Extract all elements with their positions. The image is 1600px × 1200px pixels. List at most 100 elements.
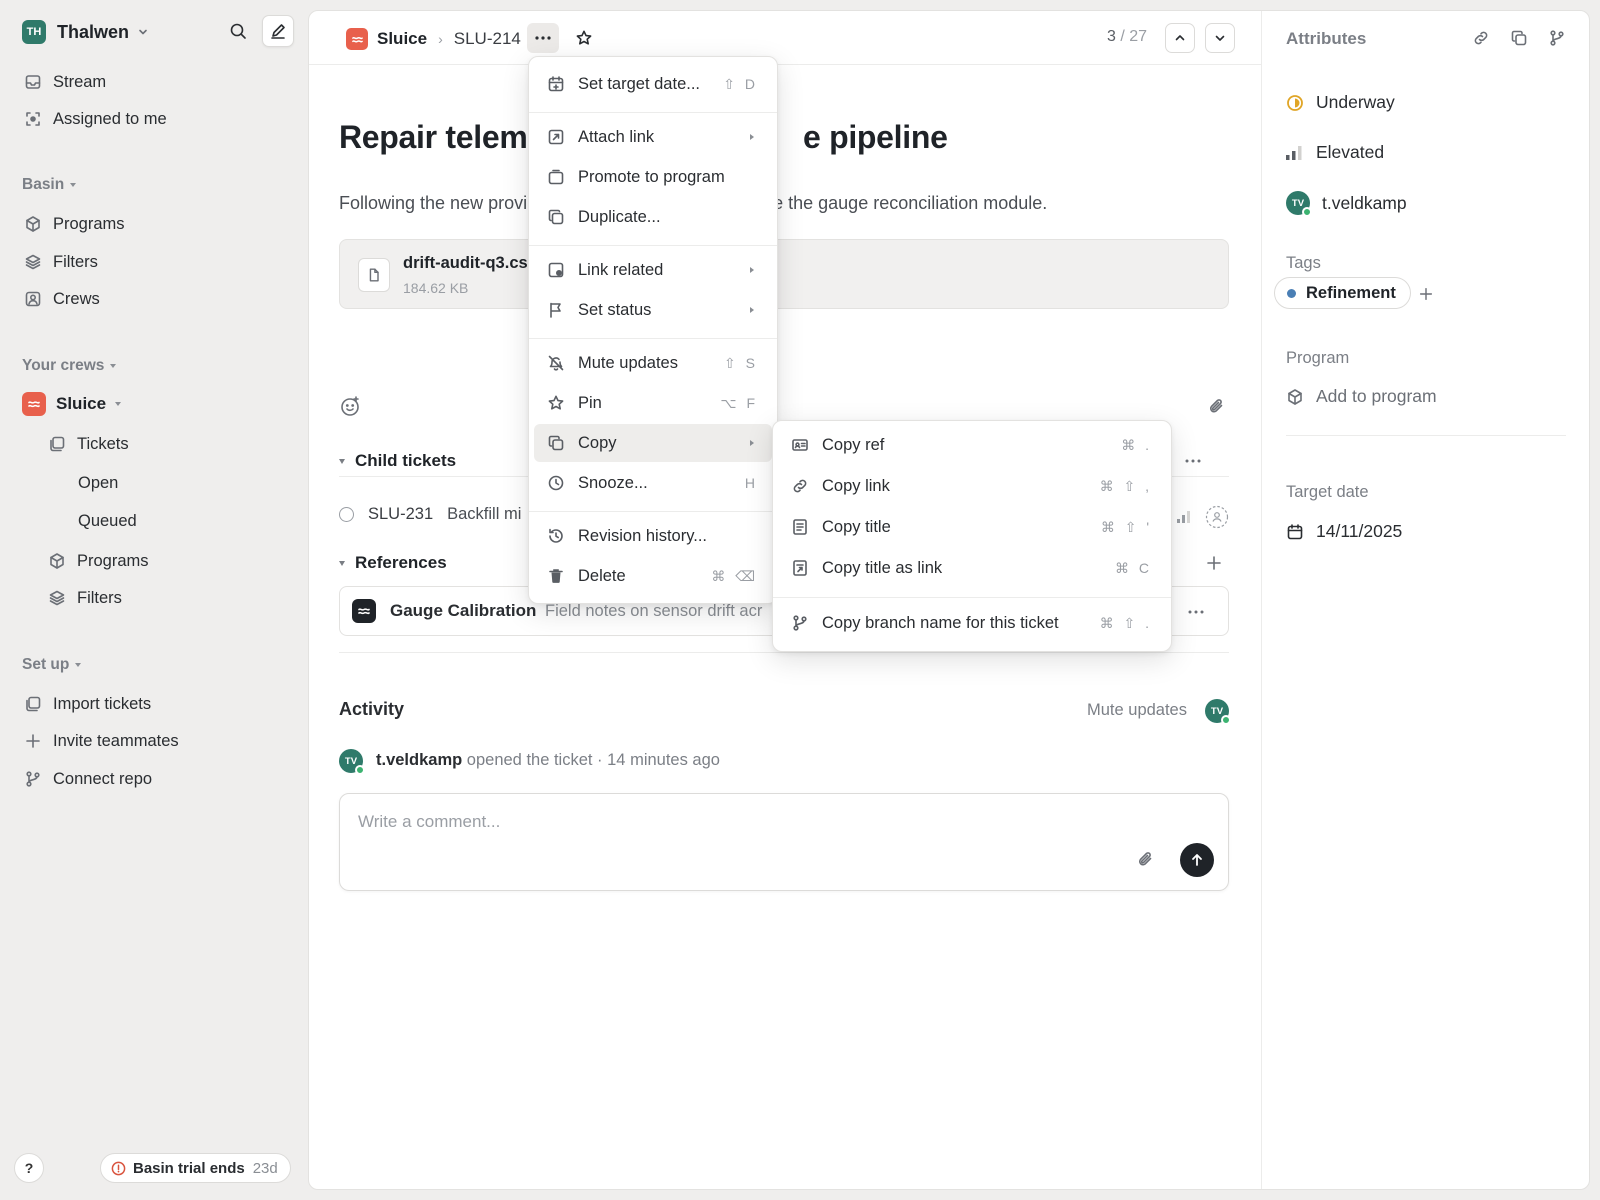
nav-import-tickets[interactable]: Import tickets bbox=[24, 689, 151, 719]
nav-stream[interactable]: Stream bbox=[24, 67, 106, 97]
nav-invite-teammates[interactable]: Invite teammates bbox=[24, 726, 179, 756]
crew-sluice[interactable]: Sluice bbox=[22, 390, 122, 418]
submenu-item-copy-link[interactable]: Copy link ⌘ ⇧ , bbox=[778, 467, 1166, 505]
search-button[interactable] bbox=[222, 15, 254, 47]
warning-icon bbox=[111, 1161, 126, 1175]
help-button[interactable]: ? bbox=[14, 1153, 44, 1183]
submenu-item-copy-title[interactable]: Copy title ⌘ ⇧ ' bbox=[778, 508, 1166, 546]
emoji-icon bbox=[341, 396, 359, 416]
doc-icon bbox=[793, 519, 807, 535]
child-ticket-row[interactable]: SLU-231 Backfill mi bbox=[339, 505, 521, 524]
menu-separator bbox=[529, 338, 777, 339]
submenu-item-copy-title-as-link[interactable]: Copy title as link ⌘ C bbox=[778, 549, 1166, 587]
favorite-button[interactable] bbox=[571, 25, 597, 51]
attach-file-button[interactable] bbox=[1207, 397, 1225, 415]
avatar[interactable]: TV bbox=[1205, 699, 1231, 725]
trial-badge[interactable]: Basin trial ends 23d bbox=[100, 1153, 291, 1183]
branch-icon[interactable] bbox=[1548, 29, 1566, 47]
submenu-item-copy-branch-name[interactable]: Copy branch name for this ticket ⌘ ⇧ . bbox=[778, 604, 1166, 642]
activity-user[interactable]: t.veldkamp bbox=[376, 751, 462, 769]
unassigned-avatar-icon[interactable] bbox=[1205, 505, 1229, 529]
layers-icon bbox=[25, 254, 41, 270]
nav-crew-filters[interactable]: Filters bbox=[48, 583, 122, 613]
ticket-title-right: e pipeline bbox=[802, 119, 948, 155]
menu-item-duplicate[interactable]: Duplicate... bbox=[534, 198, 772, 236]
menu-item-snooze[interactable]: Snooze... H bbox=[534, 464, 772, 502]
add-reaction-button[interactable] bbox=[339, 395, 361, 417]
add-tag-plus-icon[interactable] bbox=[1418, 286, 1434, 302]
search-icon bbox=[230, 23, 246, 39]
menu-item-attach-link[interactable]: Attach link bbox=[534, 118, 772, 156]
nav-crews[interactable]: Crews bbox=[24, 284, 100, 314]
send-comment-button[interactable] bbox=[1180, 843, 1214, 877]
file-icon bbox=[358, 258, 390, 292]
calendar-plus-icon bbox=[548, 76, 564, 92]
section-your-crews[interactable]: Your crews bbox=[22, 357, 117, 375]
menu-item-label: Delete bbox=[578, 566, 626, 585]
menu-item-revision-history[interactable]: Revision history... bbox=[534, 517, 772, 555]
link-icon[interactable] bbox=[1472, 29, 1490, 47]
next-ticket-button[interactable] bbox=[1205, 23, 1235, 53]
paperclip-icon[interactable] bbox=[1136, 850, 1154, 868]
nav-assigned[interactable]: Assigned to me bbox=[24, 104, 167, 134]
menu-item-delete[interactable]: Delete ⌘ ⌫ bbox=[534, 557, 772, 595]
add-to-program-button[interactable]: Add to program bbox=[1286, 386, 1437, 407]
menu-item-set-target-date[interactable]: Set target date... ⇧ D bbox=[534, 65, 772, 103]
comment-box[interactable]: Write a comment... bbox=[339, 793, 1229, 891]
target-date-field[interactable]: 14/11/2025 bbox=[1286, 521, 1402, 542]
trash-icon bbox=[549, 569, 563, 583]
menu-item-mute-updates[interactable]: Mute updates ⇧ S bbox=[534, 344, 772, 382]
nav-tickets-queued[interactable]: Queued bbox=[78, 506, 137, 536]
import-icon bbox=[26, 696, 41, 712]
previous-ticket-button[interactable] bbox=[1165, 23, 1195, 53]
divider bbox=[339, 652, 1229, 653]
menu-item-promote-to-program[interactable]: Promote to program bbox=[534, 158, 772, 196]
menu-item-link-related[interactable]: Link related bbox=[534, 251, 772, 289]
menu-item-copy[interactable]: Copy bbox=[534, 424, 772, 462]
nav-programs[interactable]: Programs bbox=[24, 209, 125, 239]
attachment-card[interactable]: drift-audit-q3.cs 184.62 KB bbox=[339, 239, 1229, 309]
nav-label: Queued bbox=[78, 511, 137, 530]
copy-icon[interactable] bbox=[1510, 29, 1528, 47]
nav-connect-repo[interactable]: Connect repo bbox=[24, 764, 152, 794]
plus-icon[interactable] bbox=[1205, 554, 1223, 572]
priority-field[interactable]: Elevated bbox=[1286, 142, 1384, 163]
assignee-value: t.veldkamp bbox=[1322, 192, 1407, 213]
menu-item-label: Mute updates bbox=[578, 353, 678, 372]
ticket-title-left: Repair teleme bbox=[339, 119, 545, 155]
menu-item-set-status[interactable]: Set status bbox=[534, 291, 772, 329]
layers-icon bbox=[49, 590, 65, 606]
section-basin[interactable]: Basin bbox=[22, 176, 77, 194]
priority-bars-icon[interactable] bbox=[1177, 511, 1191, 523]
ticket-more-button[interactable] bbox=[527, 23, 559, 53]
assignee-field[interactable]: TV t.veldkamp bbox=[1286, 191, 1407, 217]
activity-entry: t.veldkamp opened the ticket · 14 minute… bbox=[376, 751, 720, 770]
menu-item-label: Pin bbox=[578, 393, 602, 412]
workspace-switcher[interactable]: TH Thalwen bbox=[22, 18, 149, 46]
nav-filters[interactable]: Filters bbox=[24, 247, 98, 277]
breadcrumb-crew[interactable]: Sluice bbox=[377, 29, 427, 49]
menu-item-shortcut: ⇧ D bbox=[723, 75, 758, 92]
references-header[interactable]: References bbox=[339, 553, 447, 573]
compose-button[interactable] bbox=[262, 15, 294, 47]
breadcrumb-ticket-id[interactable]: SLU-214 bbox=[454, 29, 521, 49]
nav-tickets-open[interactable]: Open bbox=[78, 468, 118, 498]
comment-input[interactable]: Write a comment... bbox=[358, 812, 500, 832]
more-horizontal-icon[interactable] bbox=[1185, 459, 1201, 463]
more-horizontal-icon[interactable] bbox=[1188, 610, 1204, 614]
sidebar: TH Thalwen Stream Assigned to me Basin P… bbox=[0, 0, 308, 1200]
status-circle-icon bbox=[339, 507, 354, 522]
star-icon bbox=[548, 395, 564, 410]
tag-refinement[interactable]: Refinement bbox=[1274, 277, 1411, 309]
child-tickets-header[interactable]: Child tickets bbox=[339, 451, 456, 471]
section-setup[interactable]: Set up bbox=[22, 656, 82, 674]
ticket-context-menu: Set target date... ⇧ D Attach link Promo… bbox=[528, 56, 778, 604]
mute-updates-link[interactable]: Mute updates bbox=[1087, 701, 1187, 720]
pager-current: 3 bbox=[1107, 28, 1116, 45]
status-field[interactable]: Underway bbox=[1286, 92, 1395, 113]
online-indicator bbox=[355, 765, 365, 775]
nav-crew-programs[interactable]: Programs bbox=[48, 546, 149, 576]
menu-item-pin[interactable]: Pin ⌥ F bbox=[534, 384, 772, 422]
submenu-item-copy-ref[interactable]: Copy ref ⌘ . bbox=[778, 426, 1166, 464]
nav-tickets[interactable]: Tickets bbox=[48, 429, 129, 459]
